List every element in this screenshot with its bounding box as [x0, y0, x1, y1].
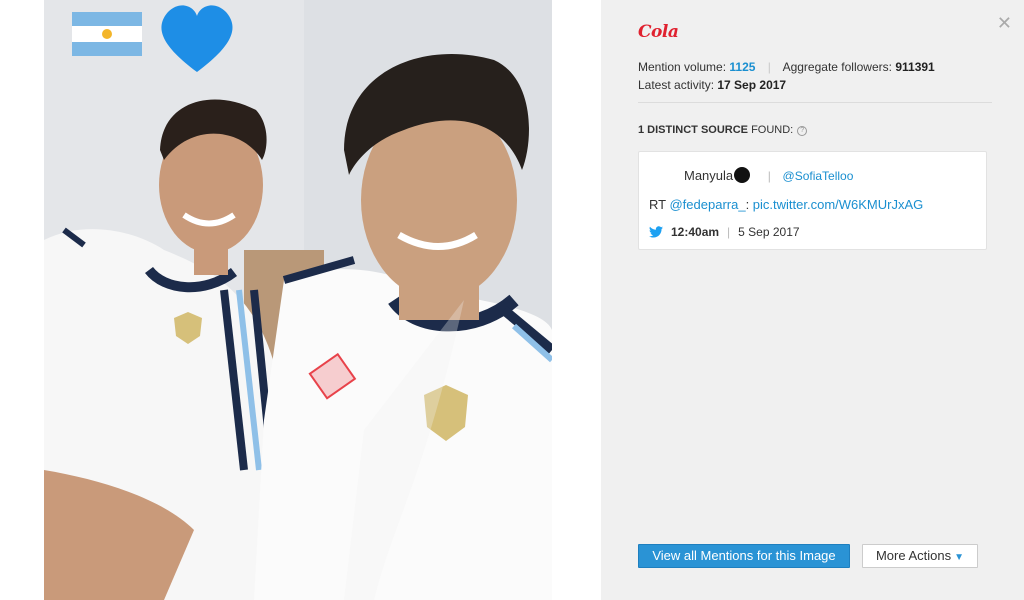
mention-text-prefix: RT — [649, 197, 670, 212]
mention-text-colon: : — [745, 197, 753, 212]
media-link[interactable]: pic.twitter.com/W6KMUrJxAG — [753, 197, 923, 212]
brand-logo: Cola — [638, 22, 679, 42]
meta-separator: | — [727, 225, 731, 239]
more-actions-button[interactable]: More Actions ▼ — [862, 544, 978, 568]
close-icon[interactable]: ✕ — [997, 14, 1012, 32]
mention-volume-value: 1125 — [729, 60, 756, 74]
photo-illustration — [44, 0, 552, 600]
mention-photo — [44, 0, 552, 600]
help-icon[interactable]: ? — [797, 126, 808, 136]
aggregate-followers-label: Aggregate followers: — [782, 60, 892, 74]
argentina-flag-emoji — [72, 12, 142, 56]
mention-volume-label: Mention volume: — [638, 60, 727, 74]
black-circle-emoji — [734, 167, 751, 183]
sources-count: 1 DISTINCT SOURCE — [638, 124, 749, 136]
mention-viewer: ✕ Cola Mention volume: 1125 | Aggregate … — [0, 0, 1024, 600]
info-panel: ✕ Cola Mention volume: 1125 | Aggregate … — [601, 0, 1024, 600]
sources-heading: 1 DISTINCT SOURCE FOUND:? — [638, 124, 808, 136]
author-name[interactable]: Manyula — [684, 168, 733, 183]
latest-activity-value: 17 Sep 2017 — [717, 78, 787, 92]
mention-time: 12:40am — [671, 225, 720, 239]
mention-meta: 12:40am | 5 Sep 2017 — [649, 225, 800, 239]
twitter-icon — [649, 226, 663, 238]
stats-separator: | — [767, 60, 771, 74]
aggregate-followers-value: 911391 — [895, 60, 935, 74]
more-actions-label: More Actions — [875, 548, 952, 563]
mention-date: 5 Sep 2017 — [738, 225, 800, 239]
mention-author-row: Manyula | @SofiaTelloo — [684, 167, 853, 183]
chevron-down-icon: ▼ — [954, 552, 965, 563]
sources-found-label: FOUND: — [748, 124, 794, 136]
view-all-mentions-button[interactable]: View all Mentions for this Image — [638, 544, 850, 568]
mentioned-user-link[interactable]: @fedeparra_ — [669, 197, 745, 212]
latest-activity-label: Latest activity: — [638, 78, 715, 92]
mention-card[interactable]: Manyula | @SofiaTelloo RT @fedeparra_: p… — [638, 151, 987, 250]
author-separator: | — [767, 169, 771, 183]
photo-pane — [0, 0, 600, 600]
mention-text: RT @fedeparra_: pic.twitter.com/W6KMUrJx… — [649, 197, 923, 212]
stats-summary: Mention volume: 1125 | Aggregate followe… — [638, 58, 935, 94]
divider — [638, 102, 992, 103]
author-handle[interactable]: @SofiaTelloo — [783, 169, 854, 183]
